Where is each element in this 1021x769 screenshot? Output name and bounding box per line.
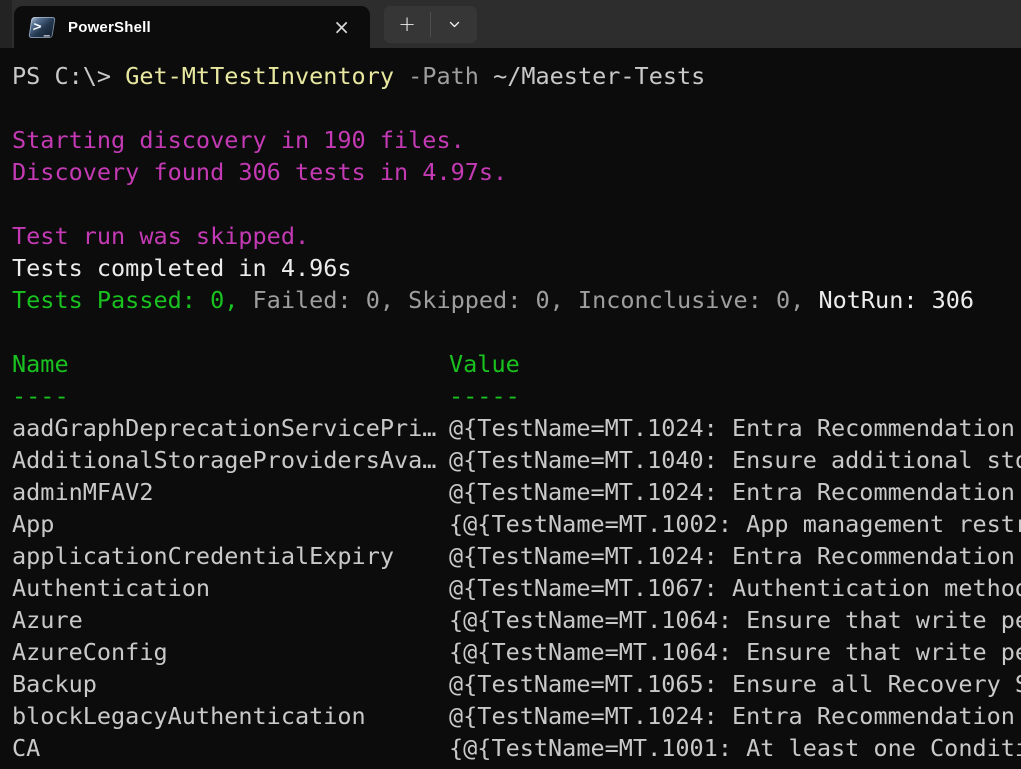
command-parameter: -Path: [394, 62, 493, 90]
table-row: Authentication@{TestName=MT.1067: Authen…: [12, 572, 1021, 604]
row-name: aadGraphDeprecationServicePri…: [12, 412, 449, 444]
tab-dropdown-button[interactable]: [431, 6, 477, 43]
table-row: applicationCredentialExpiry@{TestName=MT…: [12, 540, 1021, 572]
summary-passed: Tests Passed: 0,: [12, 286, 238, 314]
row-name: Azure: [12, 604, 449, 636]
tab-powershell[interactable]: > _ PowerShell ×: [14, 6, 370, 48]
row-name: Backup: [12, 668, 449, 700]
plus-icon: +: [398, 14, 416, 35]
table-row: blockLegacyAuthentication@{TestName=MT.1…: [12, 700, 1021, 732]
discovery-found-line: Discovery found 306 tests in 4.97s.: [12, 156, 1021, 188]
summary-notrun: NotRun: 306: [818, 286, 974, 314]
table-row: Azure{@{TestName=MT.1064: Ensure that wr…: [12, 604, 1021, 636]
table-row: adminMFAV2@{TestName=MT.1024: Entra Reco…: [12, 476, 1021, 508]
table-row: CA{@{TestName=MT.1001: At least one Cond…: [12, 732, 1021, 764]
table-underline-row: ---------: [12, 380, 1021, 412]
row-value: @{TestName=MT.1024: Entra Recommendation: [449, 542, 1015, 570]
row-value: {@{TestName=MT.1001: At least one Condit…: [449, 734, 1021, 762]
summary-line: Tests Passed: 0, Failed: 0, Skipped: 0, …: [12, 284, 1021, 316]
tab-title: PowerShell: [68, 19, 325, 36]
table-row: aadGraphDeprecationServicePri…@{TestName…: [12, 412, 1021, 444]
table-row: AzureConfig{@{TestName=MT.1064: Ensure t…: [12, 636, 1021, 668]
row-value: {@{TestName=MT.1002: App management rest…: [449, 510, 1021, 538]
tab-actions: +: [384, 6, 477, 43]
header-name: Name: [12, 348, 449, 380]
run-skipped-line: Test run was skipped.: [12, 220, 1021, 252]
new-tab-button[interactable]: +: [384, 6, 430, 43]
row-value: @{TestName=MT.1065: Ensure all Recovery …: [449, 670, 1021, 698]
blank-line: [12, 316, 1021, 348]
table-header-row: NameValue: [12, 348, 1021, 380]
row-value: {@{TestName=MT.1064: Ensure that write p…: [449, 638, 1021, 666]
chevron-down-icon: [447, 17, 462, 32]
row-value: @{TestName=MT.1040: Ensure additional st…: [449, 446, 1021, 474]
shell-prompt: PS C:\>: [12, 62, 125, 90]
row-name: AdditionalStorageProvidersAva…: [12, 444, 449, 476]
run-completed-line: Tests completed in 4.96s: [12, 252, 1021, 284]
underline-value: -----: [449, 382, 520, 410]
table-row: App{@{TestName=MT.1002: App management r…: [12, 508, 1021, 540]
discovery-start-line: Starting discovery in 190 files.: [12, 124, 1021, 156]
row-name: Authentication: [12, 572, 449, 604]
powershell-icon: > _: [28, 17, 55, 38]
blank-line: [12, 188, 1021, 220]
row-name: applicationCredentialExpiry: [12, 540, 449, 572]
row-name: CA: [12, 732, 449, 764]
row-value: @{TestName=MT.1024: Entra Recommendation: [449, 702, 1015, 730]
header-value: Value: [449, 350, 520, 378]
terminal-screen[interactable]: PS C:\> Get-MtTestInventory -Path ~/Maes…: [0, 48, 1021, 769]
row-name: App: [12, 508, 449, 540]
summary-others: Failed: 0, Skipped: 0, Inconclusive: 0,: [238, 286, 818, 314]
row-value: {@{TestName=MT.1064: Ensure that write p…: [449, 606, 1021, 634]
table-row: AdditionalStorageProvidersAva…@{TestName…: [12, 444, 1021, 476]
underline-name: ----: [12, 380, 449, 412]
table-row: Backup@{TestName=MT.1065: Ensure all Rec…: [12, 668, 1021, 700]
row-name: adminMFAV2: [12, 476, 449, 508]
row-name: AzureConfig: [12, 636, 449, 668]
window-edge: [0, 0, 12, 48]
row-value: @{TestName=MT.1024: Entra Recommendation: [449, 478, 1015, 506]
row-name: blockLegacyAuthentication: [12, 700, 449, 732]
close-tab-icon[interactable]: ×: [325, 15, 358, 39]
row-value: @{TestName=MT.1067: Authentication metho…: [449, 574, 1021, 602]
blank-line: [12, 92, 1021, 124]
tab-bar: > _ PowerShell × +: [0, 0, 1021, 48]
command-argument: ~/Maester-Tests: [493, 62, 705, 90]
command-text: Get-MtTestInventory: [125, 62, 394, 90]
row-value: @{TestName=MT.1024: Entra Recommendation: [449, 414, 1015, 442]
prompt-line: PS C:\> Get-MtTestInventory -Path ~/Maes…: [12, 60, 1021, 92]
